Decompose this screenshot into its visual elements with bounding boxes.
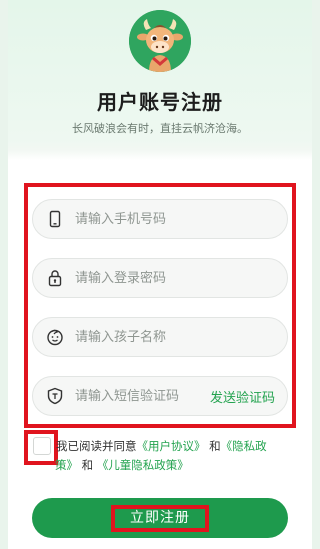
- sms-code-input[interactable]: [75, 377, 210, 415]
- phone-field: [32, 199, 288, 239]
- child-name-input[interactable]: [75, 318, 287, 356]
- ox-mascot-logo: [129, 10, 191, 72]
- register-page: 用户账号注册 长风破浪会有时，直挂云帆济沧海。 发送验证码 我已阅读并同意《用户…: [0, 0, 320, 549]
- password-field: [32, 258, 288, 298]
- register-button-highlight: [111, 505, 209, 532]
- agreement-text: 我已阅读并同意《用户协议》 和《隐私政 策》 和 《儿童隐私政策》: [55, 437, 292, 475]
- agreement-and-1: 和: [209, 439, 221, 453]
- child-face-icon: [35, 317, 75, 357]
- page-subtitle: 长风破浪会有时，直挂云帆济沧海。: [72, 122, 248, 135]
- privacy-policy-link-part1[interactable]: 《隐私政: [221, 439, 267, 453]
- agreement-prefix: 我已阅读并同意: [56, 439, 137, 453]
- phone-icon: [35, 199, 75, 239]
- child-privacy-policy-link[interactable]: 《儿童隐私政策》: [97, 458, 189, 472]
- password-input[interactable]: [75, 259, 287, 297]
- send-code-button[interactable]: 发送验证码: [210, 387, 275, 406]
- cartoon-ox-mascot-icon: [129, 10, 191, 72]
- sms-code-field: 发送验证码: [32, 376, 288, 416]
- phone-input[interactable]: [75, 200, 287, 238]
- shield-icon: [35, 376, 75, 416]
- agreement-and-2: 和: [81, 458, 94, 472]
- privacy-policy-link-part2[interactable]: 策》: [55, 458, 78, 472]
- user-agreement-link[interactable]: 《用户协议》: [137, 439, 206, 453]
- child-name-field: [32, 317, 288, 357]
- agreement-checkbox[interactable]: [33, 437, 51, 455]
- lock-icon: [35, 258, 75, 298]
- page-title: 用户账号注册: [97, 90, 223, 114]
